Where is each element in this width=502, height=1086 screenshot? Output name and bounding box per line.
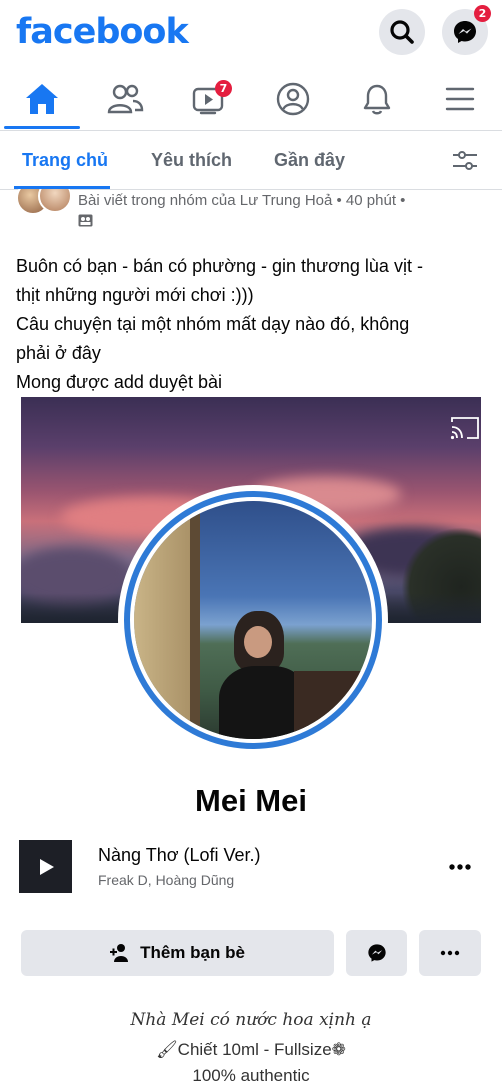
more-icon bbox=[449, 864, 471, 870]
watch-badge: 7 bbox=[215, 80, 232, 97]
nav-active-indicator bbox=[4, 126, 80, 129]
music-title[interactable]: Nàng Thơ (Lofi Ver.) bbox=[98, 845, 261, 866]
music-thumbnail[interactable] bbox=[19, 840, 72, 893]
cast-icon bbox=[450, 417, 479, 440]
friends-icon bbox=[107, 84, 144, 114]
messenger-icon bbox=[454, 21, 476, 43]
brush-icon: 🖌 bbox=[156, 1040, 178, 1059]
post-line: Câu chuyện tại một nhóm mất dạy nào đó, … bbox=[16, 314, 410, 334]
more-icon bbox=[440, 950, 460, 956]
messenger-button[interactable]: 2 bbox=[442, 5, 491, 55]
add-friend-button[interactable]: Thêm bạn bè bbox=[21, 930, 334, 976]
tab-favorites[interactable]: Yêu thích bbox=[151, 150, 232, 171]
play-icon bbox=[39, 858, 54, 875]
nav-friends[interactable] bbox=[100, 76, 150, 122]
profile-icon bbox=[276, 82, 310, 116]
bio-line-text: Chiết 10ml - Fullsize bbox=[177, 1040, 332, 1059]
profile-name: Mei Mei bbox=[195, 783, 307, 818]
music-artist: Freak D, Hoàng Dũng bbox=[98, 872, 235, 888]
post-line: Mong được add duyệt bài bbox=[16, 372, 222, 392]
nav-watch[interactable]: 7 bbox=[184, 76, 234, 122]
profile-picture[interactable] bbox=[118, 485, 388, 755]
profile-photo bbox=[134, 501, 372, 739]
tab-recent[interactable]: Gần đây bbox=[274, 150, 345, 171]
tab-home[interactable]: Trang chủ bbox=[22, 150, 108, 171]
post-meta: Bài viết trong nhóm của Lư Trung Hoả • 4… bbox=[78, 190, 408, 232]
music-more-button[interactable] bbox=[445, 852, 475, 882]
search-button[interactable] bbox=[379, 9, 425, 55]
search-icon bbox=[390, 20, 414, 44]
profile-more-button[interactable] bbox=[419, 930, 481, 976]
post-text: Buôn có bạn - bán có phường - gin thương… bbox=[16, 252, 486, 397]
nav-menu[interactable] bbox=[435, 76, 485, 122]
message-button[interactable] bbox=[346, 930, 407, 976]
post-line: thịt những người mới chơi :))) bbox=[16, 285, 254, 305]
messenger-icon bbox=[367, 944, 386, 962]
group-privacy-icon bbox=[78, 214, 93, 227]
feed-filter-button[interactable] bbox=[450, 146, 480, 176]
post-meta-text: Bài viết trong nhóm của Lư Trung Hoả • 4… bbox=[78, 192, 406, 209]
add-friend-label: Thêm bạn bè bbox=[140, 943, 245, 962]
post-line: phải ở đây bbox=[16, 343, 101, 363]
bio-line: Nhà Mei có nước hoa xịnh ạ bbox=[130, 1010, 372, 1030]
home-icon bbox=[26, 84, 58, 114]
facebook-logo: facebook bbox=[16, 12, 189, 52]
nav-divider bbox=[0, 130, 502, 131]
post-line: Buôn có bạn - bán có phường - gin thương… bbox=[16, 256, 423, 276]
messenger-badge: 2 bbox=[474, 5, 491, 22]
flower-icon: ❁ bbox=[331, 1040, 346, 1059]
bio-line: 100% authentic bbox=[192, 1066, 310, 1085]
nav-notifications[interactable] bbox=[352, 76, 402, 122]
filter-icon bbox=[453, 151, 477, 170]
menu-icon bbox=[445, 87, 475, 111]
post-avatars[interactable] bbox=[14, 189, 70, 215]
add-friend-icon bbox=[110, 944, 129, 962]
nav-profile[interactable] bbox=[268, 76, 318, 122]
nav-home[interactable] bbox=[17, 76, 67, 122]
bell-icon bbox=[363, 84, 391, 115]
bio-line-2: 🖌Chiết 10ml - Fullsize❁ bbox=[0, 1040, 502, 1060]
cast-button[interactable] bbox=[449, 415, 481, 446]
